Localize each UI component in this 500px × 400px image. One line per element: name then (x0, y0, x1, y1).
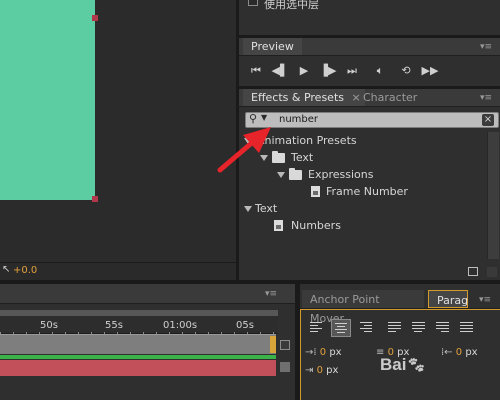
indent-left-field[interactable]: →⁞ 0 px (305, 347, 342, 358)
watermark-text: Bai (380, 355, 407, 374)
tree-item-frame-number[interactable]: Frame Number (311, 183, 408, 200)
tree-item-label: Text (291, 151, 314, 164)
layer-handle-bottom-right[interactable] (92, 196, 98, 202)
layer-bar-red[interactable] (0, 360, 276, 376)
effect-icon (274, 220, 283, 231)
justify-left-button[interactable] (385, 319, 405, 337)
work-area-bar[interactable] (0, 334, 276, 354)
work-area-end-handle[interactable] (270, 336, 276, 353)
tab-preview-label: Preview (251, 40, 294, 53)
tab-effects-presets-label: Effects & Presets (251, 91, 344, 104)
space-before-icon: ⇥ (305, 365, 314, 376)
comp-footer-bar: ↖ +0.0 (0, 262, 236, 280)
use-selected-layer-label: 使用选中层 (264, 0, 319, 11)
space-before-unit: px (326, 365, 339, 376)
indent-right-field[interactable]: ⁞← 0 px (441, 347, 478, 358)
tree-item-label: Numbers (291, 219, 341, 232)
align-right-button[interactable] (355, 319, 375, 337)
panel-menu-icon[interactable]: ▾≡ (477, 92, 495, 104)
search-clear-glyph: × (483, 114, 493, 125)
prev-frame-icon[interactable]: ◀▌ (270, 62, 290, 80)
indent-left-icon: →⁞ (305, 347, 317, 358)
composition-viewer[interactable] (0, 0, 236, 262)
space-before-field[interactable]: ⇥ 0 px (305, 365, 338, 376)
tab-character[interactable]: Character (355, 89, 450, 106)
watermark-logo: Bai🐾︎ (380, 355, 426, 375)
search-input[interactable]: number (279, 114, 318, 125)
preset-icon (311, 186, 320, 197)
align-center-button[interactable] (331, 319, 351, 337)
audio-icon[interactable]: 🔈︎ (370, 62, 390, 80)
tree-item-expressions-folder[interactable]: Expressions (277, 166, 373, 183)
lock-icon[interactable] (280, 362, 290, 372)
tab-effects-presets[interactable]: Effects & Presets × (243, 89, 365, 106)
folder-icon (289, 168, 302, 180)
exposure-icon[interactable]: ↖ (2, 264, 10, 275)
next-frame-icon[interactable]: ▐▶ (318, 62, 338, 80)
tab-paragraph[interactable]: Parag (428, 290, 468, 308)
play-icon[interactable]: ▶ (294, 62, 314, 80)
paragraph-panel: Anchor Point Mover Parag ▾≡ (300, 284, 500, 400)
new-item-icon[interactable] (468, 267, 478, 276)
ruler-label: 05s (236, 320, 254, 331)
resize-grip-icon[interactable] (487, 267, 497, 277)
tree-item-label: Frame Number (326, 185, 408, 198)
indent-left-unit: px (329, 347, 342, 358)
tab-paragraph-label: Parag (437, 294, 469, 307)
last-frame-icon[interactable]: ⏭ (342, 62, 362, 80)
tree-item-text-category[interactable]: Text (244, 200, 277, 217)
exposure-value[interactable]: +0.0 (13, 265, 37, 276)
ruler-label: 01:00s (163, 320, 198, 331)
time-ruler[interactable]: 50s 55s 01:00s 05s (0, 310, 278, 334)
annotation-arrow (217, 127, 271, 173)
timeline-panel: ▾≡ 50s 55s 01:00s 05s (0, 284, 295, 400)
tree-item-label: Expressions (308, 168, 374, 181)
layer-handle-top-right[interactable] (92, 15, 98, 21)
tab-character-label: Character (363, 91, 418, 104)
info-panel: 使用选中层 (239, 0, 500, 35)
justify-right-button[interactable] (433, 319, 453, 337)
justify-center-button[interactable] (409, 319, 429, 337)
layer-track-green[interactable] (0, 355, 276, 359)
indent-left-value[interactable]: 0 (320, 347, 326, 358)
ruler-label: 55s (105, 320, 123, 331)
tree-item-label: Text (255, 202, 278, 215)
align-left-button[interactable] (307, 319, 327, 337)
tab-preview[interactable]: Preview (243, 38, 302, 55)
justify-all-button[interactable] (457, 319, 477, 337)
panel-menu-icon[interactable]: ▾≡ (262, 288, 280, 300)
search-clear-icon[interactable]: × (482, 114, 494, 126)
ram-preview-icon[interactable]: ▶▶ (420, 62, 440, 80)
ruler-label: 50s (40, 320, 58, 331)
use-selected-layer-checkbox[interactable] (248, 0, 258, 6)
loop-icon[interactable]: ⟲ (396, 62, 416, 80)
effects-presets-panel: Effects & Presets × Character ▾≡ ⚲ ▼ num… (239, 89, 500, 281)
tree-item-numbers[interactable]: Numbers (274, 217, 341, 234)
panel-menu-icon[interactable]: ▾≡ (477, 41, 495, 53)
indent-right-unit: px (465, 347, 478, 358)
indent-right-value[interactable]: 0 (456, 347, 462, 358)
preview-panel: Preview ▾≡ ⏮ ◀▌ ▶ ▐▶ ⏭ 🔈︎ ⟲ ▶▶ (239, 38, 500, 86)
panel-menu-icon[interactable]: ▾≡ (476, 294, 494, 306)
indent-right-icon: ⁞← (441, 347, 453, 358)
effects-scrollbar[interactable] (487, 132, 499, 259)
solid-layer[interactable] (0, 0, 95, 200)
first-frame-icon[interactable]: ⏮ (246, 62, 266, 80)
space-before-value[interactable]: 0 (317, 365, 323, 376)
marker-icon[interactable] (280, 340, 290, 350)
paw-icon: 🐾︎ (406, 357, 426, 374)
expand-triangle-icon[interactable] (244, 206, 252, 212)
tab-anchor-point-mover[interactable]: Anchor Point Mover (302, 290, 424, 325)
